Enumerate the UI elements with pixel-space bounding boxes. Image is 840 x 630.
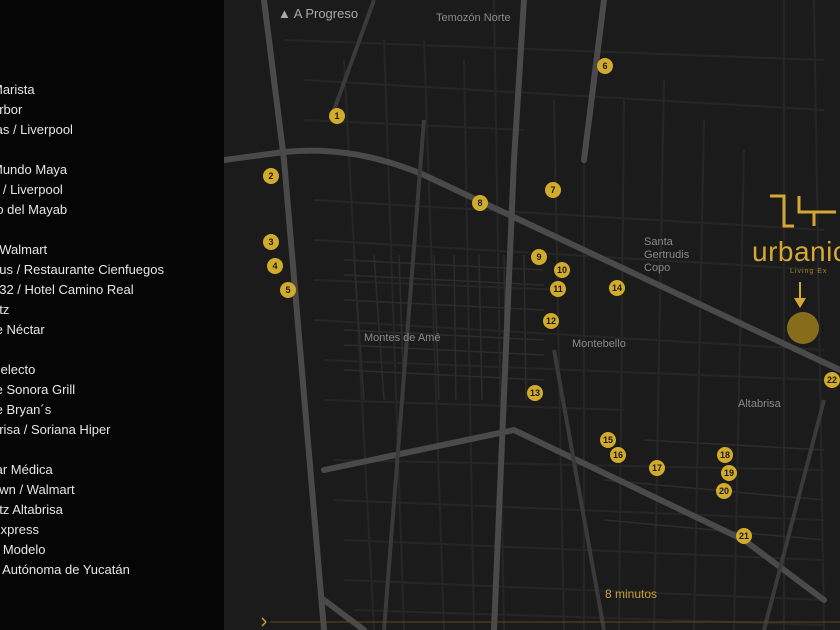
travel-time-label: 8 minutos: [605, 587, 658, 601]
legend-item: te Sonora Grill: [0, 382, 76, 397]
arrow-head-icon: [794, 298, 806, 308]
map-marker[interactable]: 14: [609, 280, 625, 296]
legend-item: arbor: [0, 102, 23, 117]
legend-item: tar Médica: [0, 462, 53, 477]
place-label-santa-gertrudis: Santa Gertrudis Copo: [644, 236, 690, 274]
legend-item: 132 / Hotel Camino Real: [0, 282, 134, 297]
legend-item: Selecto: [0, 362, 36, 377]
brand-wordmark: urbanic: [752, 236, 840, 267]
brand-logo: [770, 194, 836, 228]
place-label-altabrisa: Altabrisa: [738, 398, 781, 410]
place-label-montes-de-ame: Montes de Amé: [364, 332, 441, 344]
map-marker[interactable]: 21: [736, 528, 752, 544]
legend-item: Mundo Maya: [0, 162, 68, 177]
urbanic-location-pin[interactable]: [787, 312, 819, 344]
map-marker[interactable]: 6: [597, 58, 613, 74]
map-marker[interactable]: 11: [550, 281, 566, 297]
map-marker[interactable]: 20: [716, 483, 732, 499]
map-marker[interactable]: 5: [280, 282, 296, 298]
legend-item: ías / Liverpool: [0, 122, 73, 137]
legend-item: ro del Mayab: [0, 202, 68, 217]
map-marker[interactable]: 2: [263, 168, 279, 184]
place-label-montebello: Montebello: [572, 338, 626, 350]
map-marker[interactable]: 1: [329, 108, 345, 124]
legend-item: te Néctar: [0, 322, 45, 337]
map-marker[interactable]: 3: [263, 234, 279, 250]
legend-list: Marista arbor ías / Liverpool Mundo Maya…: [0, 80, 164, 580]
legend-item: atz Altabrisa: [0, 502, 63, 517]
legend-item: gus / Restaurante Cienfuegos: [0, 262, 164, 277]
chevron-left-icon[interactable]: [261, 617, 267, 627]
legend-item: a / Liverpool: [0, 182, 63, 197]
map-marker[interactable]: 18: [717, 447, 733, 463]
legend-item: d Autónoma de Yucatán: [0, 562, 130, 577]
map-marker[interactable]: 13: [527, 385, 543, 401]
place-label-temozon: Temozón Norte: [436, 12, 511, 24]
legend-item: Express: [0, 522, 39, 537]
map-marker[interactable]: 19: [721, 465, 737, 481]
map-marker[interactable]: 22: [824, 372, 840, 388]
legend-item: te Bryan´s: [0, 402, 52, 417]
map-area[interactable]: ▲ A Progreso Temozón Norte Santa Gertrud…: [224, 0, 840, 630]
brand-tagline: Living Ex: [790, 268, 828, 275]
legend-item: brisa / Soriana Hiper: [0, 422, 111, 437]
legend-item: Marista: [0, 82, 35, 97]
map-marker[interactable]: 7: [545, 182, 561, 198]
legend-item: / Walmart: [0, 242, 48, 257]
map-marker[interactable]: 15: [600, 432, 616, 448]
legend-item: atz: [0, 302, 10, 317]
legend-item: d Modelo: [0, 542, 46, 557]
map-marker[interactable]: 10: [554, 262, 570, 278]
map-marker[interactable]: 4: [267, 258, 283, 274]
map-marker[interactable]: 12: [543, 313, 559, 329]
map-marker[interactable]: 17: [649, 460, 665, 476]
map-marker[interactable]: 9: [531, 249, 547, 265]
legend-panel: Marista arbor ías / Liverpool Mundo Maya…: [0, 0, 224, 630]
map-marker[interactable]: 8: [472, 195, 488, 211]
legend-item: n: [0, 340, 164, 360]
direction-label: ▲ A Progreso: [278, 6, 359, 21]
map-marker[interactable]: 16: [610, 447, 626, 463]
legend-item: own / Walmart: [0, 482, 75, 497]
